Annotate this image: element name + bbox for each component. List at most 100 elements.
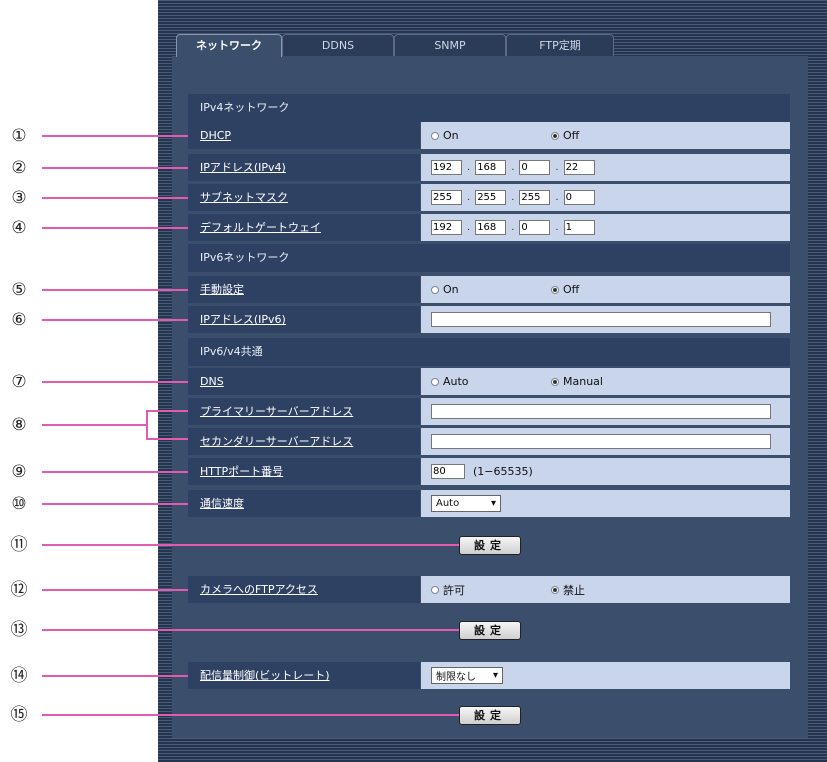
octet-separator: . <box>555 192 559 203</box>
row-line-speed: 通信速度 Auto ▾ <box>188 490 790 518</box>
ftp-access-label[interactable]: カメラへのFTPアクセス <box>188 576 420 603</box>
primary-server-input[interactable] <box>431 404 771 419</box>
gateway-octet-2[interactable] <box>475 220 507 235</box>
section-ipv4-header: IPv4ネットワーク <box>188 94 790 122</box>
subnet-mask-value: . . . <box>421 184 790 211</box>
dns-manual-option[interactable]: Manual <box>551 375 603 388</box>
set-button-3[interactable]: 設定 <box>459 706 521 725</box>
radio-selected-icon[interactable] <box>551 131 559 140</box>
leader-line <box>42 135 188 137</box>
dns-auto-option[interactable]: Auto <box>431 375 551 388</box>
callout-12: ⑫ <box>10 580 28 600</box>
tab-snmp[interactable]: SNMP <box>394 34 506 56</box>
subnet-octet-1[interactable] <box>431 190 462 205</box>
http-port-label[interactable]: HTTPポート番号 <box>188 458 420 485</box>
leader-line <box>146 410 188 412</box>
line-speed-label[interactable]: 通信速度 <box>188 490 420 517</box>
http-port-input[interactable] <box>431 464 465 479</box>
bitrate-label[interactable]: 配信量制御(ビットレート) <box>188 662 420 689</box>
dhcp-off-label: Off <box>563 129 580 142</box>
line-speed-selected: Auto <box>436 498 460 509</box>
radio-icon[interactable] <box>431 131 439 140</box>
ipv6-address-value <box>421 306 790 333</box>
tab-network[interactable]: ネットワーク <box>176 34 282 57</box>
row-default-gateway: デフォルトゲートウェイ . . . <box>188 214 790 242</box>
gateway-octet-4[interactable] <box>563 220 595 235</box>
line-speed-value: Auto ▾ <box>421 490 790 517</box>
octet-separator: . <box>511 162 515 173</box>
callout-8: ⑧ <box>11 415 27 435</box>
ipv6-address-label[interactable]: IPアドレス(IPv6) <box>188 306 420 333</box>
line-speed-select[interactable]: Auto ▾ <box>431 495 501 512</box>
chevron-down-icon: ▾ <box>490 498 496 509</box>
callout-4: ④ <box>11 218 27 238</box>
row-bitrate: 配信量制御(ビットレート) 制限なし ▾ <box>188 662 790 690</box>
octet-separator: . <box>555 162 559 173</box>
callout-14: ⑭ <box>10 666 28 686</box>
ipv4-address-label[interactable]: IPアドレス(IPv4) <box>188 154 420 181</box>
ipv6-address-input[interactable] <box>431 312 771 327</box>
radio-icon[interactable] <box>431 285 439 294</box>
leader-bracket <box>146 410 148 440</box>
dhcp-off-option[interactable]: Off <box>551 129 579 142</box>
subnet-octet-4[interactable] <box>563 190 595 205</box>
ipv4-octet-4[interactable] <box>563 160 595 175</box>
leader-line <box>42 167 188 169</box>
row-ipv6-address: IPアドレス(IPv6) <box>188 306 790 334</box>
ftp-allow-option[interactable]: 許可 <box>431 582 551 598</box>
callout-1: ① <box>11 126 27 146</box>
ipv4-octet-2[interactable] <box>475 160 507 175</box>
ftp-deny-option[interactable]: 禁止 <box>551 582 585 598</box>
callout-5: ⑤ <box>11 280 27 300</box>
radio-selected-icon[interactable] <box>551 585 559 594</box>
leader-line <box>42 589 188 591</box>
radio-icon[interactable] <box>431 377 439 386</box>
radio-selected-icon[interactable] <box>551 377 559 386</box>
ipv4-octet-1[interactable] <box>431 160 462 175</box>
subnet-octet-3[interactable] <box>519 190 551 205</box>
manual-on-option[interactable]: On <box>431 283 551 296</box>
gateway-octet-3[interactable] <box>519 220 551 235</box>
secondary-server-input[interactable] <box>431 434 771 449</box>
bitrate-value: 制限なし ▾ <box>421 662 790 689</box>
leader-line <box>42 197 188 199</box>
ipv4-octet-3[interactable] <box>519 160 551 175</box>
octet-separator: . <box>555 222 559 233</box>
radio-icon[interactable] <box>431 585 439 594</box>
tab-ddns[interactable]: DDNS <box>282 34 394 56</box>
chevron-down-icon: ▾ <box>492 670 498 681</box>
gateway-octet-1[interactable] <box>431 220 462 235</box>
subnet-mask-label[interactable]: サブネットマスク <box>188 184 420 211</box>
dhcp-label[interactable]: DHCP <box>188 122 420 149</box>
radio-selected-icon[interactable] <box>551 285 559 294</box>
leader-line <box>42 424 146 426</box>
tab-bar: ネットワーク DDNS SNMP FTP定期 <box>172 34 808 57</box>
dhcp-on-label: On <box>443 129 459 142</box>
callout-3: ③ <box>11 188 27 208</box>
bitrate-select[interactable]: 制限なし ▾ <box>431 667 503 684</box>
http-port-range: (1−65535) <box>473 465 533 478</box>
row-ipv4-address: IPアドレス(IPv4) . . . <box>188 154 790 182</box>
manual-on-label: On <box>443 283 459 296</box>
tab-ftp-periodic[interactable]: FTP定期 <box>506 34 614 56</box>
leader-line <box>42 544 459 546</box>
manual-setting-label[interactable]: 手動設定 <box>188 276 420 303</box>
octet-separator: . <box>467 162 471 173</box>
callout-6: ⑥ <box>11 310 27 330</box>
subnet-octet-2[interactable] <box>475 190 507 205</box>
section-ipv6-header: IPv6ネットワーク <box>188 244 790 272</box>
row-secondary-server: セカンダリーサーバーアドレス <box>188 428 790 456</box>
default-gateway-label[interactable]: デフォルトゲートウェイ <box>188 214 420 241</box>
callout-10: ⑩ <box>11 494 27 514</box>
octet-separator: . <box>467 222 471 233</box>
dhcp-value: On Off <box>421 122 790 149</box>
set-button-1[interactable]: 設定 <box>459 536 521 555</box>
callout-9: ⑨ <box>11 462 27 482</box>
manual-off-option[interactable]: Off <box>551 283 579 296</box>
dns-label[interactable]: DNS <box>188 368 420 395</box>
secondary-server-label[interactable]: セカンダリーサーバーアドレス <box>188 428 420 455</box>
row-dns: DNS Auto Manual <box>188 368 790 396</box>
primary-server-label[interactable]: プライマリーサーバーアドレス <box>188 398 420 425</box>
set-button-2[interactable]: 設定 <box>459 621 521 640</box>
dhcp-on-option[interactable]: On <box>431 129 551 142</box>
